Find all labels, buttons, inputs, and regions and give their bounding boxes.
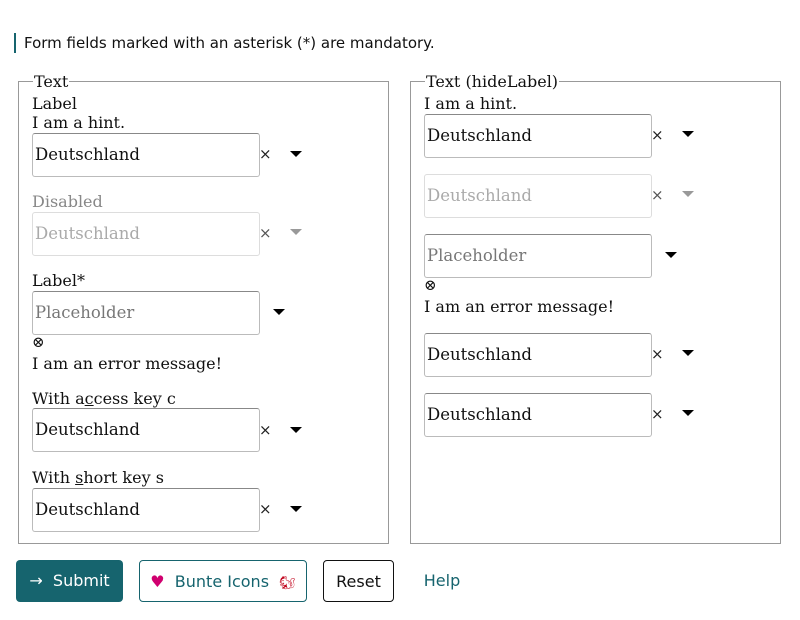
chevron-down-icon (682, 191, 694, 197)
clear-icon[interactable]: × (259, 421, 272, 439)
clear-icon[interactable]: × (259, 500, 272, 518)
squirrel-icon: 🐿 (279, 576, 296, 591)
select-input-disabled: Deutschland (32, 212, 260, 256)
field-label: Label* (32, 271, 85, 290)
chevron-down-icon[interactable] (665, 252, 677, 258)
select-input[interactable]: Deutschland (32, 488, 260, 532)
field-label: Label (32, 94, 77, 113)
submit-label: Submit (52, 571, 110, 590)
chevron-down-icon[interactable] (273, 309, 285, 315)
clear-icon: × (651, 186, 664, 204)
chevron-down-icon[interactable] (290, 506, 302, 512)
select-input-required[interactable]: Placeholder (32, 291, 260, 335)
clear-icon[interactable]: × (651, 405, 664, 423)
error-icon: ⊗ (32, 333, 45, 351)
chevron-down-icon (290, 229, 302, 235)
arrow-right-icon: → (29, 571, 43, 590)
legend: Text (hideLabel) (426, 72, 559, 91)
chevron-down-icon[interactable] (682, 410, 694, 416)
help-link[interactable]: Help (414, 560, 470, 602)
select-input[interactable]: Deutschland (424, 333, 652, 377)
label-part: With (32, 468, 76, 487)
select-input-disabled: Deutschland (424, 174, 652, 218)
chevron-down-icon[interactable] (682, 131, 694, 137)
label-part: hort key s (83, 468, 164, 487)
select-input[interactable]: Deutschland (32, 408, 260, 452)
bunte-icons-button[interactable]: ♥ Bunte Icons 🐿 (139, 560, 307, 602)
field-hint: I am a hint. (424, 94, 518, 113)
reset-button[interactable]: Reset (323, 560, 394, 602)
select-input[interactable]: Deutschland (32, 133, 260, 177)
select-input[interactable]: Deutschland (424, 393, 652, 437)
submit-button[interactable]: → Submit (16, 560, 123, 602)
error-message: I am an error message! (424, 297, 615, 316)
error-message: I am an error message! (32, 354, 223, 373)
chevron-down-icon[interactable] (682, 350, 694, 356)
field-label: Disabled (32, 192, 103, 211)
select-input[interactable]: Deutschland (424, 114, 652, 158)
heart-icon: ♥ (150, 572, 165, 591)
label-part: With a (32, 389, 85, 408)
field-label: With access key c (32, 389, 176, 408)
chevron-down-icon[interactable] (290, 151, 302, 157)
label-part: cess key c (93, 389, 176, 408)
mandatory-note: Form fields marked with an asterisk (*) … (14, 33, 435, 53)
field-hint: I am a hint. (32, 113, 126, 132)
chevron-down-icon[interactable] (290, 427, 302, 433)
select-input-required[interactable]: Placeholder (424, 234, 652, 278)
legend: Text (34, 72, 69, 91)
clear-icon: × (259, 224, 272, 242)
clear-icon[interactable]: × (259, 145, 272, 163)
error-icon: ⊗ (424, 276, 437, 294)
field-label: With short key s (32, 468, 164, 487)
bunte-label: Bunte Icons (174, 572, 270, 591)
access-key: c (84, 389, 94, 408)
clear-icon[interactable]: × (651, 126, 664, 144)
clear-icon[interactable]: × (651, 345, 664, 363)
